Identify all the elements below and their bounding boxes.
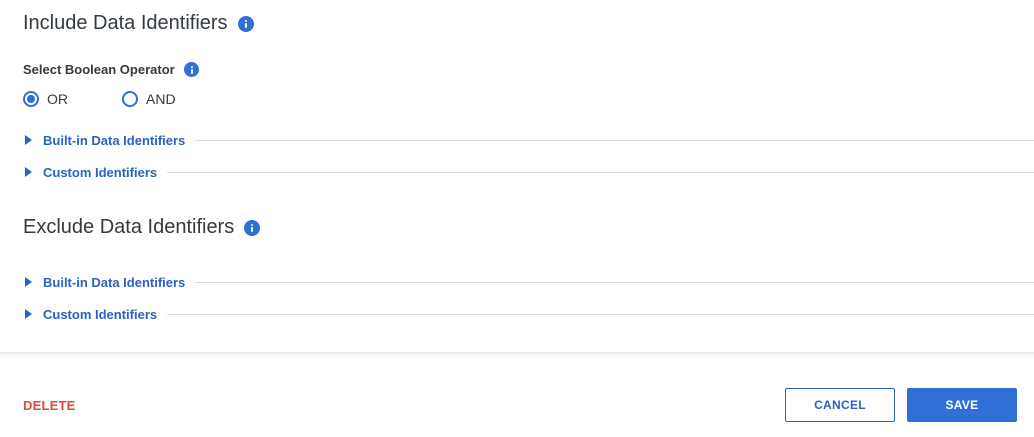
include-builtin-identifiers-label: Built-in Data Identifiers bbox=[43, 132, 186, 148]
caret-right-icon bbox=[25, 167, 32, 177]
caret-right-icon bbox=[25, 135, 32, 145]
exclude-title-text: Exclude Data Identifiers bbox=[23, 216, 235, 238]
info-icon[interactable] bbox=[237, 15, 254, 32]
divider bbox=[167, 171, 1034, 173]
caret-right-icon bbox=[25, 277, 32, 287]
radio-option-or[interactable]: OR bbox=[23, 91, 68, 107]
exclude-builtin-identifiers-label: Built-in Data Identifiers bbox=[43, 274, 186, 290]
exclude-builtin-identifiers-expander[interactable]: Built-in Data Identifiers bbox=[23, 273, 1034, 291]
include-custom-identifiers-label: Custom Identifiers bbox=[43, 164, 158, 180]
boolean-operator-radio-group: OR AND bbox=[23, 91, 176, 107]
include-custom-identifiers-expander[interactable]: Custom Identifiers bbox=[23, 163, 1034, 181]
info-icon[interactable] bbox=[183, 62, 199, 77]
radio-label-and: AND bbox=[146, 91, 176, 107]
divider bbox=[195, 139, 1034, 141]
divider bbox=[167, 313, 1034, 315]
include-title-text: Include Data Identifiers bbox=[23, 12, 228, 34]
include-section-title: Include Data Identifiers bbox=[23, 12, 254, 35]
info-icon[interactable] bbox=[244, 219, 261, 236]
radio-label-or: OR bbox=[47, 91, 68, 107]
include-builtin-identifiers-expander[interactable]: Built-in Data Identifiers bbox=[23, 131, 1034, 149]
save-button[interactable]: SAVE bbox=[907, 388, 1017, 422]
exclude-custom-identifiers-expander[interactable]: Custom Identifiers bbox=[23, 305, 1034, 323]
boolean-operator-label: Select Boolean Operator bbox=[23, 62, 175, 77]
radio-unchecked-icon[interactable] bbox=[122, 91, 138, 107]
radio-option-and[interactable]: AND bbox=[122, 91, 176, 107]
boolean-operator-label-row: Select Boolean Operator bbox=[23, 62, 199, 77]
footer-divider bbox=[0, 352, 1034, 358]
caret-right-icon bbox=[25, 309, 32, 319]
exclude-section-title: Exclude Data Identifiers bbox=[23, 216, 261, 239]
delete-button[interactable]: DELETE bbox=[23, 398, 75, 413]
divider bbox=[195, 281, 1034, 283]
exclude-custom-identifiers-label: Custom Identifiers bbox=[43, 306, 158, 322]
cancel-button[interactable]: CANCEL bbox=[785, 388, 895, 422]
data-identifiers-panel: Include Data Identifiers Select Boolean … bbox=[0, 0, 1034, 437]
radio-checked-icon[interactable] bbox=[23, 91, 39, 107]
